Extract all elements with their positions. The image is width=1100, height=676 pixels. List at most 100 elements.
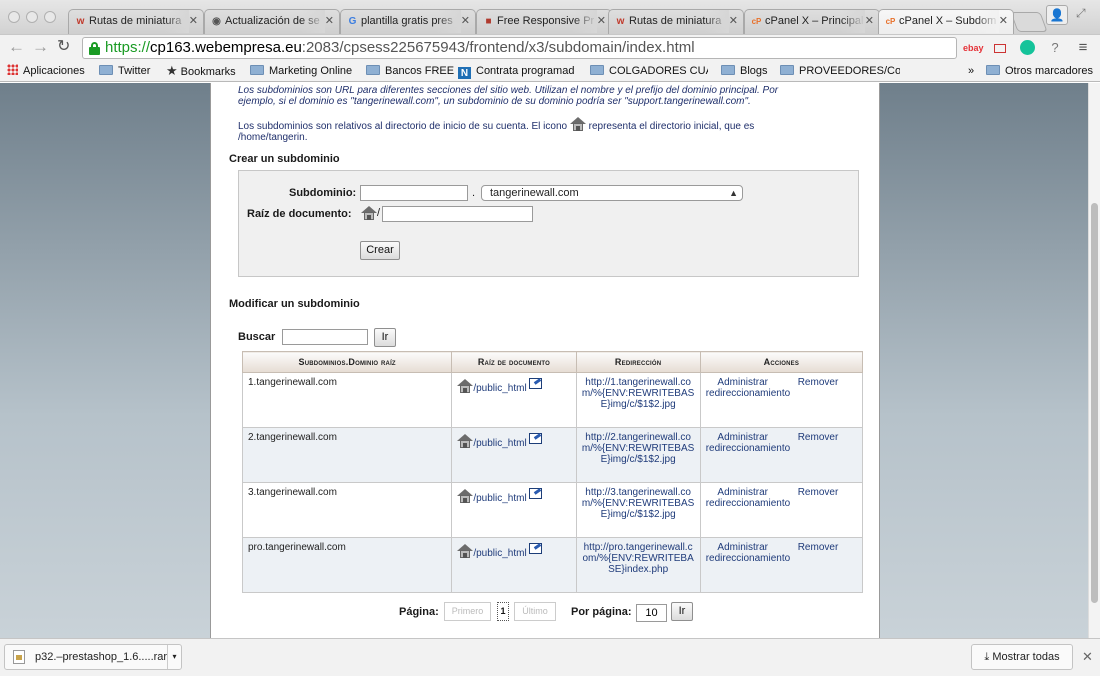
browser-toolbar: ← → ↻ https://cp163.webempresa.eu:2083/c… [0, 34, 1100, 60]
actions-cell: Administrar redireccionamiento Remover [699, 482, 864, 538]
intro-text: ejemplo, si el dominio es "tangerinewall… [238, 96, 751, 107]
current-page-button[interactable]: 1 [497, 602, 509, 621]
manage-redirect-link[interactable]: Administrar redireccionamiento [706, 432, 791, 454]
star-icon: ★ [166, 63, 178, 78]
table-row: pro.tangerinewall.com /public_html http:… [241, 537, 864, 593]
browser-tab[interactable]: w Rutas de miniatura ✕ [68, 9, 204, 34]
forward-icon[interactable]: → [32, 38, 49, 56]
docroot-prefix: / [377, 207, 381, 219]
edit-icon[interactable] [528, 543, 542, 554]
window-minimize-button[interactable] [26, 11, 38, 23]
browser-tab[interactable]: w Rutas de miniatura ✕ [608, 9, 744, 34]
tab-close-icon[interactable]: ✕ [729, 10, 738, 33]
remove-link[interactable]: Remover [798, 377, 839, 388]
search-input[interactable] [282, 329, 368, 345]
first-page-button[interactable]: Primero [444, 602, 491, 621]
table-row: 1.tangerinewall.com /public_html http://… [241, 372, 864, 428]
edit-icon[interactable] [528, 378, 542, 389]
folder-icon [250, 65, 264, 75]
bookmark-proveedores[interactable]: PROVEEDORES/Comp [780, 63, 900, 79]
manage-redirect-link[interactable]: Administrar redireccionamiento [706, 487, 791, 509]
tab-close-icon[interactable]: ✕ [597, 10, 606, 33]
bookmark-colgadores[interactable]: COLGADORES CUADI [590, 63, 708, 79]
window-close-button[interactable] [8, 11, 20, 23]
tab-close-icon[interactable]: ✕ [999, 10, 1008, 33]
last-page-button[interactable]: Último [514, 602, 556, 621]
actions-cell: Administrar redireccionamiento Remover [699, 372, 864, 428]
docroot-link[interactable]: /public_html [473, 493, 526, 504]
new-tab-button[interactable] [1010, 12, 1048, 32]
redirect-cell: http://2.tangerinewall.com/%{ENV:REWRITE… [575, 427, 701, 483]
bookmark-marketing-online[interactable]: Marketing Online [250, 63, 352, 79]
fullscreen-icon[interactable]: ⤢ [1076, 6, 1090, 20]
docroot-link[interactable]: /public_html [473, 383, 526, 394]
remove-link[interactable]: Remover [798, 487, 839, 498]
create-button[interactable]: Crear [360, 241, 400, 260]
scrollbar-thumb[interactable] [1091, 203, 1098, 603]
bookmark-other[interactable]: Otros marcadores [986, 63, 1093, 79]
manage-redirect-link[interactable]: Administrar redireccionamiento [706, 377, 791, 399]
back-icon[interactable]: ← [8, 38, 25, 56]
home-path-text: /home/tangerin. [238, 132, 308, 143]
edit-icon[interactable] [528, 488, 542, 499]
content-panel: Los subdominios son URL para diferentes … [210, 83, 880, 638]
close-shelf-icon[interactable]: ✕ [1082, 649, 1093, 665]
per-page-input[interactable] [636, 604, 667, 622]
remove-link[interactable]: Remover [798, 542, 839, 553]
docroot-input[interactable] [382, 206, 533, 222]
download-menu-caret-icon[interactable]: ▾ [167, 645, 181, 669]
tab-close-icon[interactable]: ✕ [865, 10, 874, 33]
browser-tab[interactable]: cP cPanel X – Principal ✕ [744, 9, 880, 34]
edit-icon[interactable] [528, 433, 542, 444]
grammarly-extension-icon[interactable] [1018, 39, 1036, 57]
menu-icon[interactable]: ≡ [1075, 39, 1091, 57]
manage-redirect-link[interactable]: Administrar redireccionamiento [706, 542, 791, 564]
modify-subdomain-title: Modificar un subdominio [229, 298, 360, 310]
tab-favicon-icon: ◉ [212, 16, 221, 27]
column-header[interactable]: Subdominios.Dominio raíz [241, 351, 453, 373]
bookmark-blogs[interactable]: Blogs [721, 63, 768, 79]
tab-favicon-icon: cP [885, 17, 896, 26]
show-all-downloads-button[interactable]: ⤓ Mostrar todas [971, 644, 1073, 670]
bookmark-contrata[interactable]: N Contrata programad [458, 63, 576, 79]
bookmark-label: Otros marcadores [1005, 65, 1094, 77]
tab-close-icon[interactable]: ✕ [189, 10, 198, 33]
intro-text-part: Los subdominios son relativos al directo… [238, 121, 568, 132]
ebay-extension-icon[interactable]: ebay [963, 39, 984, 57]
reload-icon[interactable]: ↻ [57, 38, 70, 56]
download-item[interactable]: p32.–prestashop_1.6.....rar ▾ [4, 644, 182, 670]
bookmark-label: Bookmarks [180, 66, 236, 78]
bookmark-bancos-free[interactable]: Bancos FREE [366, 63, 454, 79]
tab-favicon-icon: cP [751, 17, 762, 26]
subdomain-input[interactable] [360, 185, 468, 201]
home-directory-icon [457, 379, 474, 393]
browser-tab[interactable]: ◉ Actualización de se ✕ [204, 9, 340, 34]
browser-tab[interactable]: G plantilla gratis pres ✕ [340, 9, 476, 34]
subdomain-label: Subdominio: [289, 187, 357, 199]
bookmark-twitter[interactable]: Twitter [99, 63, 150, 79]
docroot-link[interactable]: /public_html [473, 438, 526, 449]
extension-icon[interactable] [993, 39, 1007, 57]
search-go-button[interactable]: Ir [374, 328, 396, 347]
address-bar[interactable]: https://cp163.webempresa.eu:2083/cpsess2… [82, 37, 957, 59]
tab-close-icon[interactable]: ✕ [325, 10, 334, 33]
page-scrollbar[interactable] [1088, 83, 1100, 638]
browser-tab-active[interactable]: cP cPanel X – Subdom ✕ [878, 9, 1014, 34]
remove-link[interactable]: Remover [798, 432, 839, 443]
bookmark-bookmarks[interactable]: ★ Bookmarks [166, 63, 236, 79]
window-zoom-button[interactable] [44, 11, 56, 23]
extension-help-icon[interactable]: ? [1046, 39, 1064, 57]
bookmark-apps[interactable]: Aplicaciones [7, 63, 85, 79]
bookmarks-overflow-button[interactable]: » [968, 63, 974, 79]
root-domain-select[interactable]: tangerinewall.com ▲ [481, 185, 743, 201]
column-header[interactable]: Raíz de documento [451, 351, 577, 373]
column-header[interactable]: Redirección [575, 351, 701, 373]
profile-icon[interactable]: 👤 [1046, 5, 1068, 25]
docroot-link[interactable]: /public_html [473, 548, 526, 559]
browser-tab[interactable]: ■ Free Responsive Pr ✕ [476, 9, 612, 34]
per-page-go-button[interactable]: Ir [671, 602, 693, 621]
table-row: 3.tangerinewall.com /public_html http://… [241, 482, 864, 538]
tab-close-icon[interactable]: ✕ [461, 10, 470, 33]
docroot-label: Raíz de documento: [247, 208, 352, 220]
home-directory-icon [361, 206, 377, 220]
